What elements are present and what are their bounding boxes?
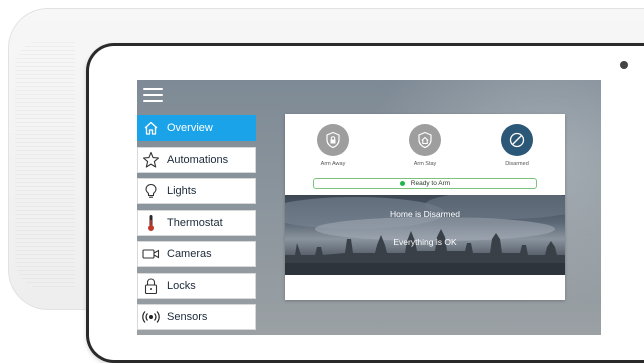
sidebar-item-label: Sensors xyxy=(167,311,208,323)
star-icon xyxy=(138,147,164,173)
ready-status-text: Ready to Arm xyxy=(410,180,451,187)
house-icon xyxy=(138,115,164,141)
home-status-banner: Home is Disarmed Everything is OK xyxy=(285,195,565,275)
sidebar-nav: Overview Automations Lights Thermostat C… xyxy=(137,115,256,335)
camera-icon-hardware xyxy=(620,61,628,69)
wireless-signal-icon xyxy=(138,304,164,330)
sidebar-item-thermostat[interactable]: Thermostat xyxy=(137,209,256,236)
hamburger-menu-icon[interactable] xyxy=(143,88,163,104)
sidebar-item-label: Automations xyxy=(167,153,229,166)
status-dot-icon xyxy=(399,181,405,186)
sidebar-item-locks[interactable]: Locks xyxy=(137,272,256,299)
sidebar-item-label: Overview xyxy=(167,122,213,134)
sidebar-item-label: Cameras xyxy=(167,248,212,260)
disarmed-label: Disarmed xyxy=(505,161,529,167)
sidebar-item-automations[interactable]: Automations xyxy=(137,146,256,173)
padlock-icon xyxy=(138,273,164,299)
sidebar-item-lights[interactable]: Lights xyxy=(137,178,256,204)
home-disarmed-headline: Home is Disarmed xyxy=(390,209,460,219)
everything-ok-subline: Everything is OK xyxy=(393,237,457,247)
arm-stay-button[interactable]: Arm Stay xyxy=(395,124,455,167)
sidebar-item-label: Locks xyxy=(167,279,196,292)
sidebar-item-cameras[interactable]: Cameras xyxy=(137,241,256,267)
sidebar-item-overview[interactable]: Overview xyxy=(137,115,256,141)
tablet-screen: Overview Automations Lights Thermostat C… xyxy=(137,80,601,335)
arm-mode-selector: Arm Away Arm Stay Disarmed xyxy=(285,124,565,174)
arm-stay-label: Arm Stay xyxy=(413,161,437,167)
lightbulb-icon xyxy=(138,178,164,204)
sidebar-item-label: Lights xyxy=(167,185,197,197)
security-panel: Arm Away Arm Stay Disarmed Ready to Arm xyxy=(285,114,565,300)
shield-lock-icon xyxy=(317,124,349,156)
arm-away-button[interactable]: Arm Away xyxy=(303,124,363,167)
thermometer-icon xyxy=(138,210,164,236)
disarmed-button[interactable]: Disarmed xyxy=(487,124,547,167)
ready-status-bar: Ready to Arm xyxy=(313,178,537,189)
sidebar-item-sensors[interactable]: Sensors xyxy=(137,304,256,330)
camera-icon xyxy=(138,241,164,267)
castle-photo xyxy=(285,195,565,275)
arm-away-label: Arm Away xyxy=(320,161,346,167)
disarmed-icon xyxy=(501,124,533,156)
shield-home-icon xyxy=(409,124,441,156)
sidebar-item-label: Thermostat xyxy=(167,216,223,229)
